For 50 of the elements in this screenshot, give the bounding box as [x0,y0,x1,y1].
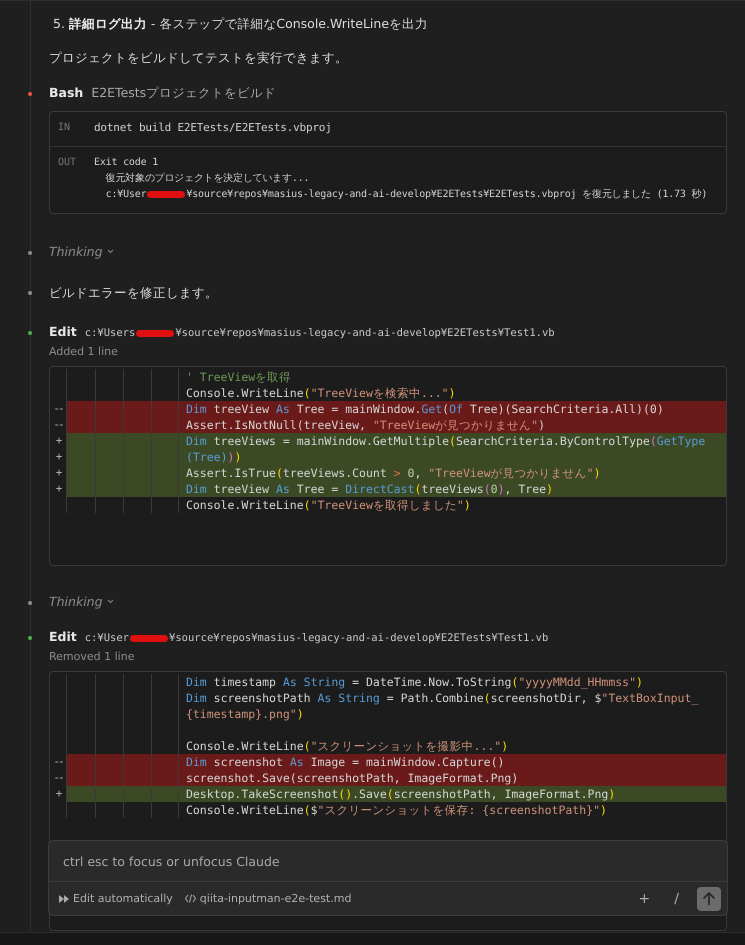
code-line: Dim treeView As Tree = DirectCast(treeViews(0), Tree) [178,481,726,497]
diff-marker: + [54,465,62,481]
diff-marker: + [54,786,62,802]
list-item-text: 5. 詳細ログ出力 - 各ステップで詳細なConsole.WriteLineを出力 [52,15,430,33]
code-line: Desktop.TakeScreenshot().Save(screenshotPath, ImageFormat.Png) [178,786,726,802]
redaction-mark [130,634,168,642]
tool-name: Edit [49,324,77,339]
message-text: ビルドエラーを修正します。 [49,284,219,302]
diff-marker: + [54,481,62,497]
message-text: プロジェクトをビルドしてテストを実行できます。 [49,49,349,67]
code-line: Console.WriteLine("TreeViewを取得しました") [178,497,726,513]
code-line: Dim timestamp As String = DateTime.Now.ToString("yyyyMMdd_HHmmss") [178,674,726,690]
chevron-icon [106,599,114,604]
change-summary: Removed 1 line [49,650,136,663]
tool-description: E2ETestsプロジェクトをビルド [91,85,276,102]
io-label: OUT [58,156,76,170]
command-text: dotnet build E2ETests/E2ETests.vbproj [94,120,333,136]
redaction-mark [147,190,186,198]
change-summary: Added 1 line [49,345,119,358]
code-line: {timestamp}.png") [178,706,726,722]
code-line: Dim screenshotPath As String = Path.Combine(screenshotDir, $"TextBoxInput_ [178,690,726,706]
diff-marker: -- [52,417,64,433]
chevron-icon [106,249,114,254]
diff-marker: + [54,449,62,465]
code-icon [184,894,196,903]
diff-marker: -- [52,754,64,770]
diff-marker: -- [52,401,64,417]
add-button[interactable]: + [632,890,656,906]
redaction-mark [136,330,174,336]
file-path: c:¥User ¥source¥repos¥masius-legacy-and-ai-develop¥E2ETests¥Test1.vb [84,632,548,644]
edit-mode-button[interactable]: Edit automatically [59,892,173,905]
output-line: c:¥User ¥source¥repos¥masius-legacy-and-ai-develop¥E2ETests¥E2ETests.vbproj を復元しました (1.73 秒) [104,188,708,202]
file-path: c:¥Users ¥source¥repos¥masius-legacy-and-ai-develop¥E2ETests¥Test1.vb [84,327,555,339]
fast-forward-icon [59,894,69,902]
up-arrow-icon [702,892,716,906]
io-label: IN [58,121,70,135]
tool-name: Edit [49,629,77,644]
slash-command-button[interactable]: / [668,890,685,906]
code-line: Console.WriteLine($"スクリーンショットを保存: {screenshotPath}") [178,802,726,818]
thinking-toggle[interactable]: Thinking [49,594,114,609]
output-line: 復元対象のプロジェクトを決定しています... [104,172,310,186]
send-button[interactable] [697,886,721,910]
diff-marker: + [54,433,62,449]
code-line: ' TreeViewを取得 [178,369,726,385]
output-line: Exit code 1 [94,156,160,170]
message-input-field[interactable]: ctrl esc to focus or unfocus Claude Edit automatically qiita-inputman-e2e-test.md + / [48,840,728,916]
file-chip[interactable]: qiita-inputman-e2e-test.md [184,892,352,905]
tool-name: Bash [49,85,84,100]
diff-marker: -- [52,770,64,786]
thinking-toggle[interactable]: Thinking [49,244,114,259]
